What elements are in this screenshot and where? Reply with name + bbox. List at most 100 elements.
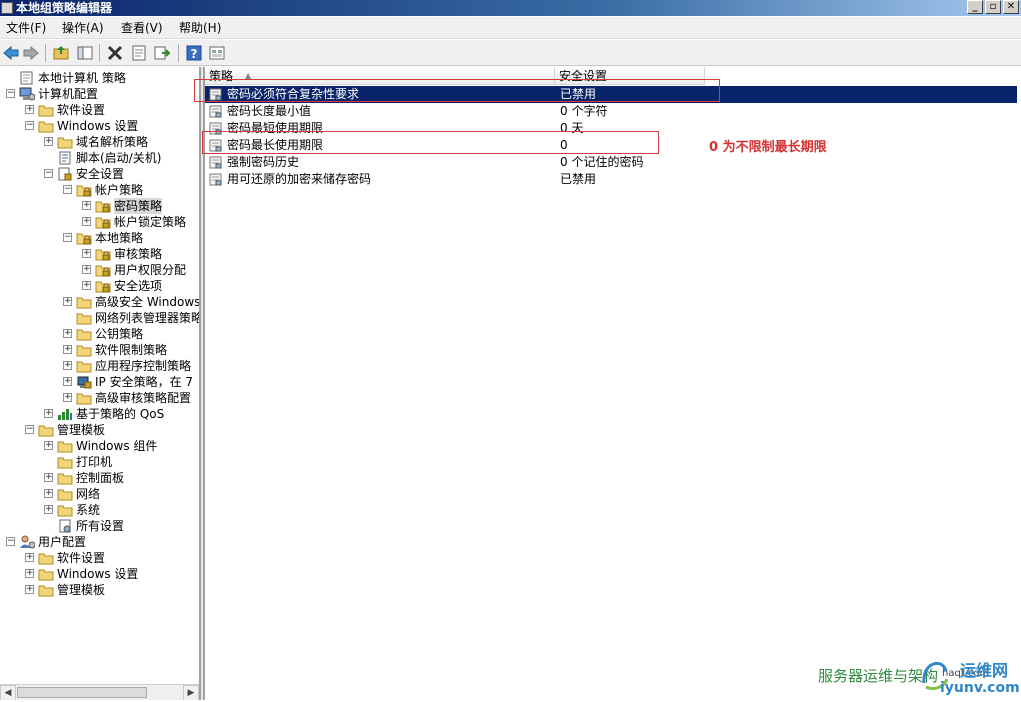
tree-node[interactable]: − 帐户策略 (0, 182, 199, 198)
expand-icon[interactable]: + (82, 217, 91, 226)
tree-node[interactable]: + 网络 (0, 486, 199, 502)
close-button[interactable]: ✕ (1003, 0, 1019, 14)
tree-node-label: 网络列表管理器策略 (95, 311, 200, 325)
policy-row[interactable]: 用可还原的加密来储存密码 已禁用 (205, 171, 1017, 188)
expand-icon[interactable]: + (44, 409, 53, 418)
tree-node[interactable]: + 公钥策略 (0, 326, 199, 342)
console-tree[interactable]: 本地计算机 策略 − 计算机配置 + 软件设置 − Windows 设置 + 域名解析策略 脚本(… (0, 67, 200, 700)
collapse-icon[interactable]: − (44, 169, 53, 178)
properties-icon[interactable] (130, 44, 148, 62)
tree-node[interactable]: − 用户配置 (0, 534, 199, 550)
expand-icon[interactable]: + (44, 489, 53, 498)
expand-icon[interactable]: + (44, 473, 53, 482)
tree-node-label: 本地计算机 策略 (38, 71, 126, 85)
tree-node[interactable]: + IP 安全策略，在 7 (0, 374, 199, 390)
tree-node[interactable]: + 高级审核策略配置 (0, 390, 199, 406)
tree-node[interactable]: + 软件限制策略 (0, 342, 199, 358)
tree-node[interactable]: + Windows 组件 (0, 438, 199, 454)
expand-icon[interactable]: + (82, 281, 91, 290)
help-icon[interactable]: ? (185, 44, 203, 62)
scroll-right-arrow-icon[interactable]: ▶ (183, 685, 199, 700)
tree-node[interactable]: + 用户权限分配 (0, 262, 199, 278)
expand-icon[interactable]: + (44, 441, 53, 450)
filter-view-icon[interactable] (208, 44, 226, 62)
policy-setting-value: 0 个字符 (560, 104, 608, 118)
tree-node[interactable]: − 管理模板 (0, 422, 199, 438)
menu-action[interactable]: 操作(A) (62, 20, 104, 36)
delete-icon[interactable] (106, 44, 124, 62)
tree-node-label: 审核策略 (114, 247, 163, 261)
collapse-icon[interactable]: − (25, 121, 34, 130)
back-arrow-icon[interactable] (2, 44, 20, 62)
export-list-icon[interactable] (153, 44, 171, 62)
tree-node-label: 网络 (76, 487, 101, 501)
collapse-icon[interactable]: − (6, 537, 15, 546)
collapse-icon[interactable]: − (63, 185, 72, 194)
expand-icon[interactable]: + (82, 265, 91, 274)
tree-node[interactable]: 所有设置 (0, 518, 199, 534)
folder-icon (57, 487, 73, 501)
tree-node[interactable]: 脚本(启动/关机) (0, 150, 199, 166)
maximize-button[interactable]: ▫ (985, 0, 1001, 14)
expand-icon[interactable]: + (82, 249, 91, 258)
expand-icon[interactable]: + (25, 553, 34, 562)
folder-lock-icon (95, 247, 111, 261)
expand-icon[interactable]: + (63, 377, 72, 386)
expand-icon[interactable]: + (25, 585, 34, 594)
tree-node[interactable]: + 软件设置 (0, 102, 199, 118)
expand-icon[interactable]: + (63, 361, 72, 370)
scroll-thumb[interactable] (17, 687, 147, 698)
folder-icon (38, 583, 54, 597)
tree-node[interactable]: − Windows 设置 (0, 118, 199, 134)
expand-icon[interactable]: + (63, 297, 72, 306)
forward-arrow-icon[interactable] (22, 44, 40, 62)
tree-node[interactable]: − 本地策略 (0, 230, 199, 246)
tree-node[interactable]: + 控制面板 (0, 470, 199, 486)
show-hide-tree-icon[interactable] (76, 44, 94, 62)
expand-icon[interactable]: + (25, 105, 34, 114)
tree-node-label: 用户权限分配 (114, 263, 187, 277)
svg-text:?: ? (191, 47, 198, 61)
tree-node[interactable]: + 密码策略 (0, 198, 199, 214)
menu-file[interactable]: 文件(F) (6, 20, 46, 36)
tree-node[interactable]: + 管理模板 (0, 582, 199, 598)
tree-node[interactable]: + 审核策略 (0, 246, 199, 262)
up-folder-icon[interactable] (52, 44, 70, 62)
folder-icon (57, 471, 73, 485)
tree-node[interactable]: + 应用程序控制策略 (0, 358, 199, 374)
tree-node[interactable]: + 安全选项 (0, 278, 199, 294)
expand-icon[interactable]: + (44, 505, 53, 514)
expand-icon[interactable]: + (63, 345, 72, 354)
tree-node-label: 安全选项 (114, 279, 163, 293)
menu-help[interactable]: 帮助(H) (179, 20, 221, 36)
scroll-left-arrow-icon[interactable]: ◀ (0, 685, 16, 700)
tree-node[interactable]: + 高级安全 Windows (0, 294, 199, 310)
tree-node[interactable]: + 域名解析策略 (0, 134, 199, 150)
tree-node[interactable]: − 安全设置 (0, 166, 199, 182)
tree-node[interactable]: + Windows 设置 (0, 566, 199, 582)
collapse-icon[interactable]: − (63, 233, 72, 242)
tree-node-label: 域名解析策略 (76, 135, 149, 149)
tree-node[interactable]: 打印机 (0, 454, 199, 470)
tree-horizontal-scrollbar[interactable]: ◀ ▶ (0, 684, 199, 700)
policy-name: 密码长度最小值 (227, 104, 312, 118)
folder-lock-icon (95, 215, 111, 229)
tree-node[interactable]: + 系统 (0, 502, 199, 518)
expand-icon[interactable]: + (63, 329, 72, 338)
expand-icon[interactable]: + (44, 137, 53, 146)
expand-icon[interactable]: + (25, 569, 34, 578)
menu-view[interactable]: 查看(V) (121, 20, 163, 36)
collapse-icon[interactable]: − (6, 89, 15, 98)
expand-icon[interactable]: + (82, 201, 91, 210)
tree-node[interactable]: − 计算机配置 (0, 86, 199, 102)
tree-node[interactable]: 网络列表管理器策略 (0, 310, 199, 326)
tree-node[interactable]: + 基于策略的 QoS (0, 406, 199, 422)
minimize-button[interactable]: _ (967, 0, 983, 14)
tree-node[interactable]: + 帐户锁定策略 (0, 214, 199, 230)
tree-node[interactable]: + 软件设置 (0, 550, 199, 566)
expand-icon[interactable]: + (63, 393, 72, 402)
collapse-icon[interactable]: − (25, 425, 34, 434)
policy-row[interactable]: 强制密码历史 0 个记住的密码 (205, 154, 1017, 171)
policy-row[interactable]: 密码长度最小值 0 个字符 (205, 103, 1017, 120)
tree-node[interactable]: 本地计算机 策略 (0, 70, 199, 86)
